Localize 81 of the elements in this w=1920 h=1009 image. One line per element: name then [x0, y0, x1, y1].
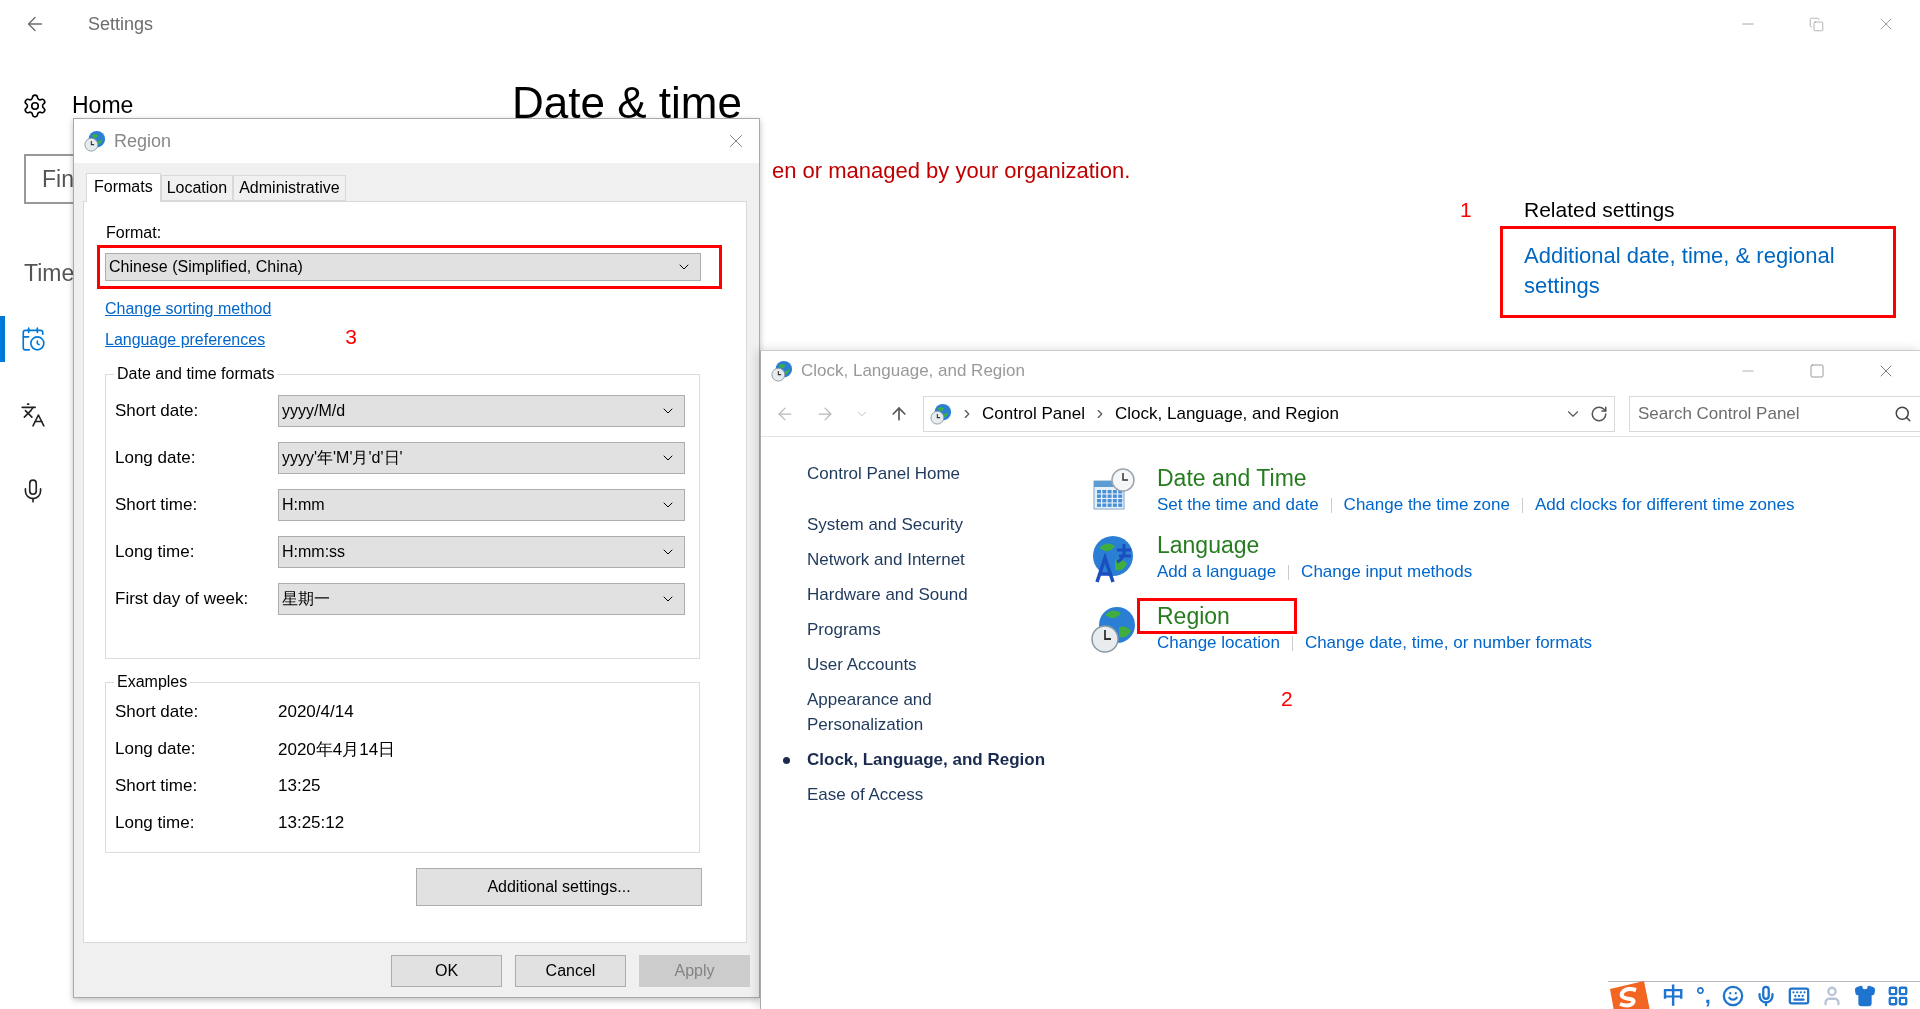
- settings-link[interactable]: Change sorting method: [105, 300, 272, 318]
- field-label: Short time:: [115, 776, 199, 796]
- smiley-icon[interactable]: [1721, 984, 1744, 1007]
- breadcrumb-item[interactable]: Control Panel: [982, 403, 1085, 424]
- field-label: Long date:: [115, 739, 197, 759]
- ime-mode-indicator[interactable]: °,: [1696, 984, 1711, 1007]
- field-label: Format:: [105, 224, 163, 242]
- nav-link[interactable]: Programs: [807, 617, 1037, 642]
- format-dropdown[interactable]: H:mm: [278, 489, 685, 521]
- search-icon: [1894, 404, 1912, 423]
- annotation-number: 1: [1460, 198, 1472, 222]
- field-label: Long time:: [115, 542, 196, 562]
- category-link[interactable]: Add a language: [1157, 562, 1277, 582]
- breadcrumb-item[interactable]: Clock, Language, and Region: [1115, 403, 1339, 424]
- nav-link[interactable]: Ease of Access: [807, 782, 1037, 807]
- category-link[interactable]: Add clocks for different time zones: [1534, 495, 1795, 515]
- category-title[interactable]: Region: [1157, 602, 1230, 630]
- window-title: Clock, Language, and Region: [801, 361, 1025, 381]
- annotation-number: 2: [1281, 687, 1293, 711]
- ime-logo-icon[interactable]: [1608, 980, 1652, 1009]
- example-value: 2020/4/14: [278, 702, 354, 722]
- settings-link[interactable]: Language preferences: [105, 331, 266, 349]
- nav-link[interactable]: Hardware and Sound: [807, 582, 1037, 607]
- category-link[interactable]: Change input methods: [1301, 562, 1473, 582]
- field-label: Short date:: [115, 702, 200, 722]
- example-value: 13:25: [278, 776, 321, 796]
- shirt-icon[interactable]: [1853, 984, 1876, 1007]
- related-link[interactable]: Additional date, time, & regional settings: [1524, 241, 1873, 301]
- language-icon: [19, 402, 46, 428]
- example-value: 2020年4月14日: [278, 738, 396, 761]
- section-label: Time: [24, 260, 75, 287]
- example-value: 13:25:12: [278, 813, 345, 833]
- nav-link[interactable]: Network and Internet: [807, 547, 1037, 572]
- category-link[interactable]: Set the time and date: [1157, 495, 1319, 515]
- search-field[interactable]: Search Control Panel: [1629, 395, 1920, 432]
- grid-icon[interactable]: [1886, 984, 1909, 1007]
- tab[interactable]: Administrative: [233, 175, 346, 201]
- format-dropdown[interactable]: Chinese (Simplified, China): [105, 253, 701, 281]
- additional-settings-button[interactable]: Additional settings...: [416, 868, 702, 906]
- notice-text: en or managed by your organization.: [772, 158, 1131, 184]
- category-link[interactable]: Change location: [1157, 633, 1280, 653]
- tab[interactable]: Formats: [86, 173, 161, 202]
- format-dropdown[interactable]: 星期一: [278, 583, 685, 615]
- address-bar[interactable]: Control Panel Clock, Language, and Region: [923, 395, 1615, 432]
- ime-mode-indicator[interactable]: 中: [1663, 984, 1685, 1007]
- field-label: Short date:: [115, 401, 200, 421]
- tab[interactable]: Location: [160, 175, 234, 201]
- category-link[interactable]: Change the time zone: [1343, 495, 1510, 515]
- format-dropdown[interactable]: yyyy/M/d: [278, 395, 685, 427]
- category-title[interactable]: Date and Time: [1157, 464, 1307, 492]
- home-label[interactable]: Home: [72, 92, 134, 119]
- field-label: Long date:: [115, 448, 197, 468]
- globe-clock-icon: [930, 402, 952, 425]
- field-label: Long time:: [115, 813, 196, 833]
- nav-link[interactable]: Appearance and Personalization: [807, 687, 1037, 737]
- page-heading: Date & time: [512, 78, 742, 128]
- dialog-title: Region: [114, 130, 172, 152]
- calendar-clock-icon: [1091, 467, 1137, 513]
- annotation-number: 3: [345, 325, 357, 349]
- field-label: Short time:: [115, 495, 199, 515]
- category-link[interactable]: Change date, time, or number formats: [1304, 633, 1593, 653]
- group-title: Date and time formats: [116, 365, 276, 383]
- window-title: Settings: [88, 13, 154, 35]
- refresh-icon[interactable]: [1590, 404, 1608, 423]
- dialog-button[interactable]: OK: [391, 955, 502, 987]
- globe-clock-icon: [84, 130, 106, 152]
- group-title: Examples: [116, 673, 189, 691]
- category-title[interactable]: Language: [1157, 531, 1260, 559]
- section-heading: Related settings: [1524, 198, 1675, 223]
- nav-link[interactable]: Control Panel Home: [807, 461, 1037, 486]
- nav-link[interactable]: Clock, Language, and Region: [783, 747, 1063, 772]
- nav-link[interactable]: System and Security: [807, 512, 1037, 537]
- dialog-button[interactable]: Cancel: [515, 955, 626, 987]
- globe-clock-icon: [1091, 605, 1137, 655]
- format-dropdown[interactable]: yyyy'年'M'月'd'日': [278, 442, 685, 474]
- calendar-clock-icon: [19, 326, 46, 352]
- field-label: First day of week:: [115, 589, 250, 609]
- settings-icon[interactable]: [22, 92, 48, 119]
- globe-clock-icon: [771, 360, 793, 382]
- format-dropdown[interactable]: H:mm:ss: [278, 536, 685, 568]
- nav-link[interactable]: User Accounts: [807, 652, 1037, 677]
